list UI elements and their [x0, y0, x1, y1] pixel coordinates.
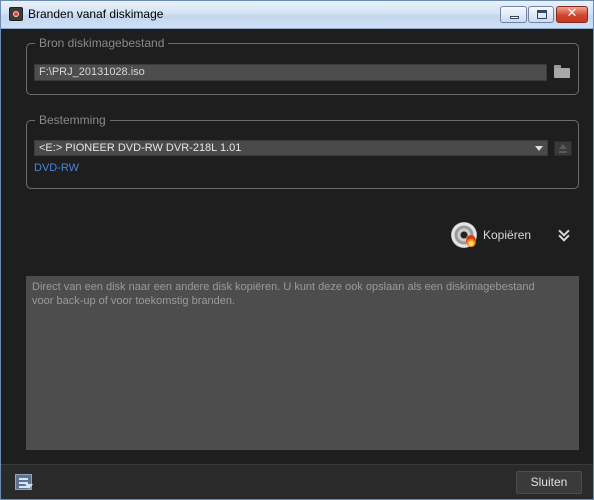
dropdown-arrow-icon[interactable] [535, 146, 543, 151]
close-window-button[interactable]: ✕ [556, 6, 588, 23]
description-panel: Direct van een disk naar een andere disk… [26, 276, 579, 450]
close-icon: ✕ [566, 6, 578, 21]
maximize-button[interactable] [528, 6, 554, 23]
source-image-path-field[interactable]: F:\PRJ_20131028.iso [34, 64, 547, 81]
destination-group: Bestemming <E:> PIONEER DVD-RW DVR-218L … [26, 113, 579, 189]
title-bar[interactable]: Branden vanaf diskimage ✕ [1, 1, 593, 29]
list-line [19, 486, 28, 488]
minimize-icon [510, 16, 519, 19]
log-list-icon[interactable] [15, 474, 33, 490]
expand-chevron-icon[interactable] [557, 228, 571, 242]
description-line-1: Direct van een disk naar een andere disk… [32, 281, 535, 293]
disc-type-label: DVD-RW [34, 162, 80, 174]
source-image-group: Bron diskimagebestand F:\PRJ_20131028.is… [26, 36, 579, 95]
flame-icon [466, 235, 476, 247]
copy-label: Kopiëren [483, 228, 532, 242]
maximize-icon [537, 10, 547, 19]
close-button[interactable]: Sluiten [516, 471, 582, 494]
eject-icon[interactable] [554, 141, 572, 156]
burn-from-image-window: Branden vanaf diskimage ✕ Bron diskimage… [0, 0, 594, 500]
destination-drive-select[interactable]: <E:> PIONEER DVD-RW DVR-218L 1.01 [34, 140, 548, 156]
source-image-legend: Bron diskimagebestand [35, 36, 169, 50]
destination-legend: Bestemming [35, 113, 110, 127]
app-icon [9, 7, 23, 21]
window-title: Branden vanaf diskimage [28, 7, 164, 21]
list-line [19, 478, 28, 480]
folder-icon[interactable] [554, 65, 570, 78]
description-line-2: voor back-up of voor toekomstig branden. [32, 295, 236, 307]
destination-drive-value: <E:> PIONEER DVD-RW DVR-218L 1.01 [39, 142, 242, 154]
bottom-bar: Sluiten [1, 464, 593, 499]
list-line [19, 482, 28, 484]
minimize-button[interactable] [500, 6, 527, 23]
